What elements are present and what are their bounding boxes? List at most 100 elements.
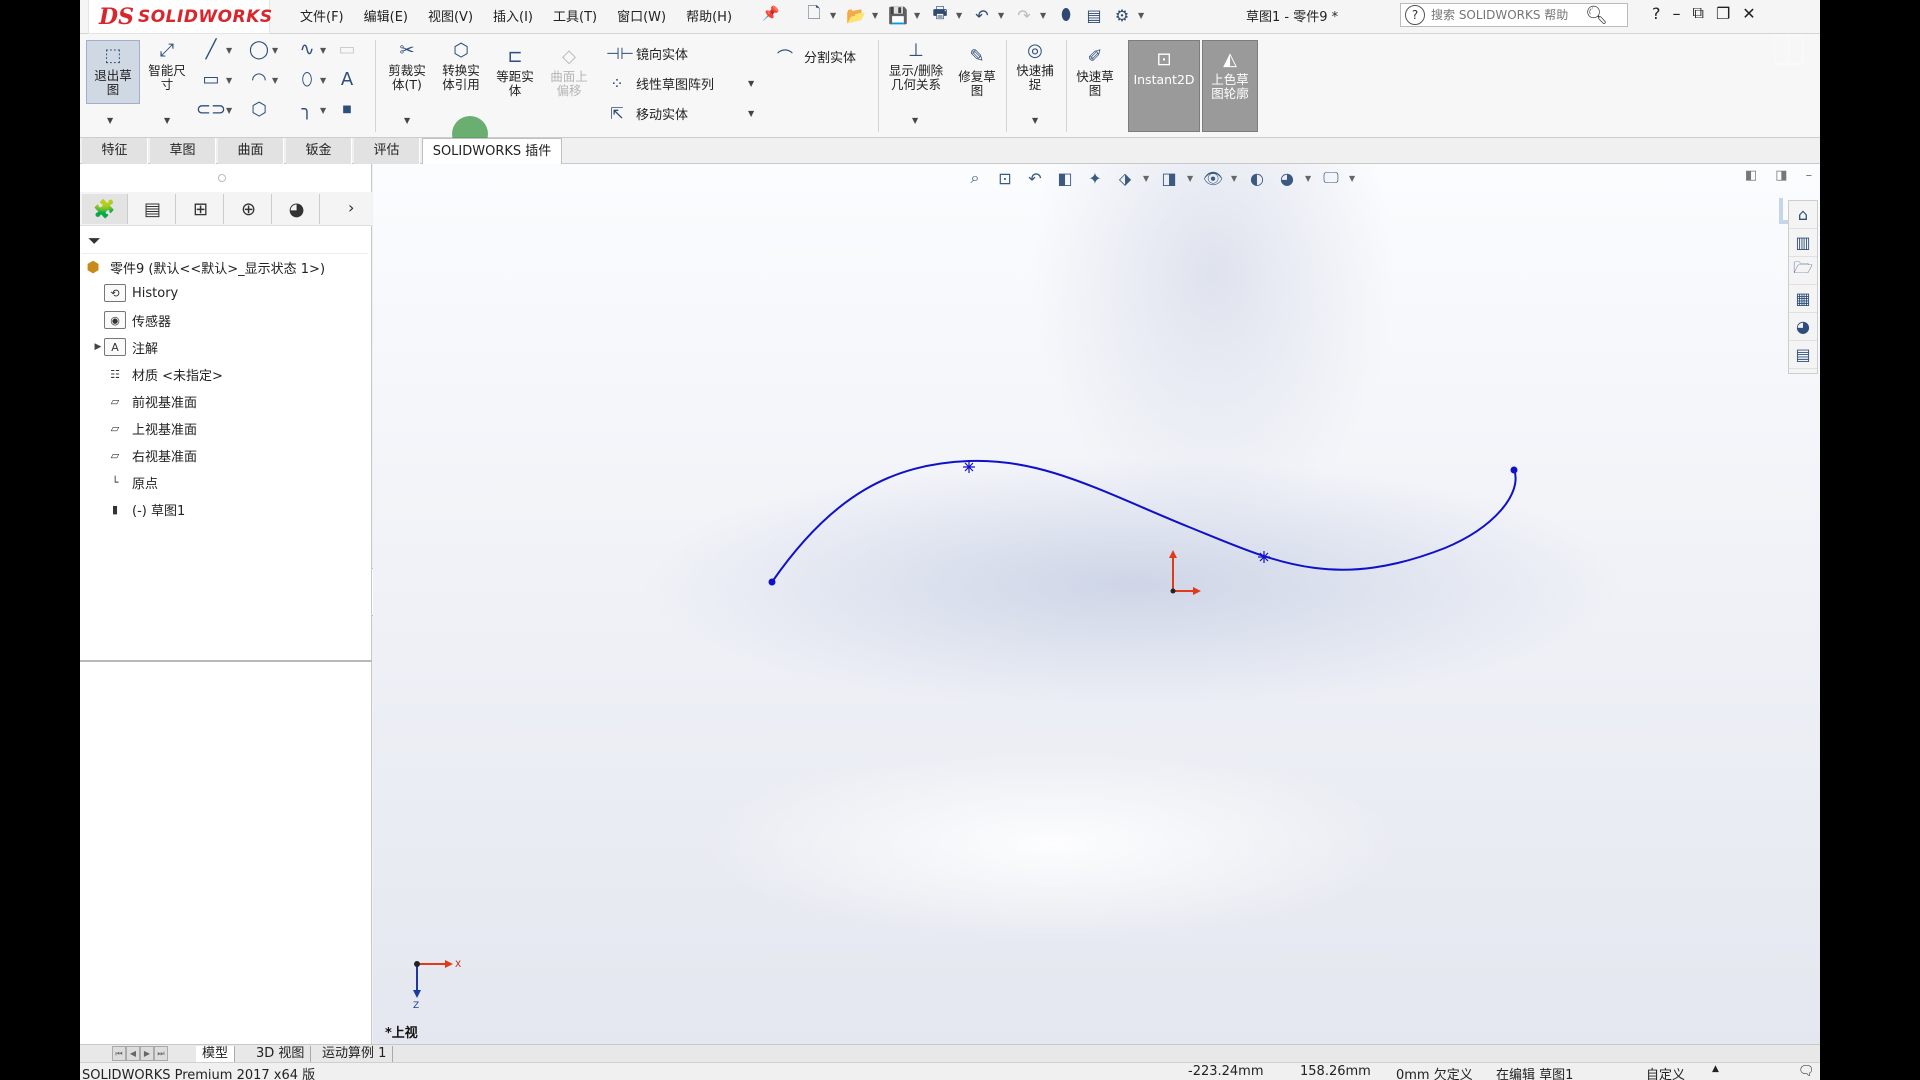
smart-dimension-button[interactable]: ⤢ 智能尺寸 [142, 40, 192, 92]
exit-sketch-button[interactable]: ⬚ 退出草图 [86, 40, 140, 104]
chevron-down-icon[interactable]: ▼ [872, 11, 882, 20]
tab-surfaces[interactable]: 曲面 [218, 138, 284, 164]
offset-entities-button[interactable]: ⊏ 等距实体 [490, 46, 540, 98]
dimxpert-tab-icon[interactable]: ⊕ [226, 194, 272, 224]
prev-tab-icon[interactable]: ◀ [126, 1046, 140, 1061]
tab-3d-views[interactable]: 3D 视图 [250, 1046, 312, 1062]
menu-view[interactable]: 视图(V) [418, 6, 483, 25]
units-selector[interactable]: 自定义 [1646, 1064, 1685, 1080]
chevron-down-icon[interactable]: ▼ [912, 116, 918, 125]
spline-endpoint[interactable] [1510, 466, 1518, 474]
tab-motion-study[interactable]: 运动算例 1 [316, 1046, 394, 1062]
chevron-down-icon[interactable]: ▼ [107, 116, 113, 125]
instant2d-button[interactable]: ⊡ Instant2D [1128, 40, 1200, 132]
circle-icon[interactable]: ◯ [248, 38, 270, 60]
pane-handle[interactable] [218, 174, 226, 182]
chevron-down-icon[interactable]: ▼ [998, 11, 1008, 20]
redo-icon[interactable]: ↷ [1012, 4, 1036, 26]
sketch-picture-icon[interactable]: ▭ [336, 38, 358, 60]
arc-icon[interactable]: ◠ [248, 68, 270, 90]
quick-tips-icon[interactable]: 🗨 [1798, 1064, 1815, 1079]
tree-item-sensors[interactable]: ◉ 传感器 [92, 309, 171, 331]
quick-snaps-button[interactable]: ◎ 快速捕捉 [1010, 40, 1060, 92]
close-icon[interactable]: ✕ [1742, 4, 1755, 23]
save-icon[interactable]: 💾 [886, 4, 910, 26]
property-manager-tab-icon[interactable]: ▤ [130, 194, 176, 224]
search-icon[interactable]: 🔍︎ [1585, 5, 1608, 26]
chevron-down-icon[interactable]: ▼ [320, 106, 326, 115]
next-tab-icon[interactable]: ▶ [140, 1046, 154, 1061]
sketch-origin-icon[interactable] [1169, 550, 1201, 595]
chevron-down-icon[interactable]: ▼ [226, 106, 232, 115]
rectangle-icon[interactable]: ▭ [200, 68, 222, 90]
display-relations-button[interactable]: ⊥ 显示/删除几何关系 [884, 40, 948, 92]
text-icon[interactable]: A [336, 68, 358, 90]
chevron-down-icon[interactable]: ▼ [956, 11, 966, 20]
trim-entities-button[interactable]: ✂ 剪裁实体(T) [382, 40, 432, 92]
polygon-icon[interactable]: ⬡ [248, 98, 270, 120]
chevron-down-icon[interactable]: ▼ [164, 116, 170, 125]
tree-item-sketch1[interactable]: ▮ (-) 草图1 [92, 498, 185, 520]
tab-sketch[interactable]: 草图 [150, 138, 216, 164]
configuration-manager-tab-icon[interactable]: ⊞ [178, 194, 224, 224]
ellipse-icon[interactable]: ⬯ [296, 68, 318, 90]
help-search-input[interactable] [1431, 8, 1581, 22]
slot-icon[interactable]: ⊂⊃ [196, 98, 226, 120]
rapid-sketch-button[interactable]: ✐ 快速草图 [1070, 46, 1120, 98]
menu-edit[interactable]: 编辑(E) [354, 6, 418, 25]
expand-arrow-icon[interactable]: ▶ [92, 342, 104, 352]
tree-item-history[interactable]: ⟲ History [92, 282, 178, 304]
menu-file[interactable]: 文件(F) [290, 6, 354, 25]
menu-tools[interactable]: 工具(T) [543, 6, 607, 25]
chevron-down-icon[interactable]: ▼ [830, 11, 840, 20]
chevron-down-icon[interactable]: ▼ [404, 116, 410, 125]
chevron-right-icon[interactable]: › [348, 198, 354, 217]
chevron-down-icon[interactable]: ▼ [1138, 11, 1148, 20]
new-document-icon[interactable]: 🗋 [802, 3, 826, 26]
tree-item-front-plane[interactable]: ▱ 前视基准面 [92, 390, 197, 412]
convert-entities-button[interactable]: ⬡ 转换实体引用 [436, 40, 486, 92]
chevron-down-icon[interactable]: ▼ [1032, 116, 1038, 125]
fillet-icon[interactable]: ╮ [296, 98, 318, 120]
options-gear-icon[interactable]: ⚙ [1110, 4, 1134, 26]
menu-window[interactable]: 窗口(W) [607, 6, 676, 25]
chevron-down-icon[interactable]: ▼ [226, 76, 232, 85]
tab-evaluate[interactable]: 评估 [354, 138, 420, 164]
help-button[interactable]: ? [1652, 4, 1661, 23]
tab-solidworks-addins[interactable]: SOLIDWORKS 插件 [422, 138, 562, 165]
feature-manager-tab-icon[interactable]: 🧩 [82, 194, 128, 224]
open-folder-icon[interactable]: 📂 [844, 4, 868, 26]
tree-item-material[interactable]: ☷ 材质 <未指定> [92, 363, 223, 385]
move-entities-button[interactable]: ⇱ 移动实体 ▼ [606, 104, 754, 123]
solidworks-logo[interactable]: DS SOLIDWORKS [88, 0, 272, 34]
tree-item-top-plane[interactable]: ▱ 上视基准面 [92, 417, 197, 439]
tree-item-right-plane[interactable]: ▱ 右视基准面 [92, 444, 197, 466]
graphics-area[interactable]: ⌕ ⊡ ↶ ◧ ✦ ⬗▼ ◨▼ 👁▼ ◐ ◕▼ 🖵▼ ◧ ◨ – ❐ ✕ ⌂ ▥ [373, 164, 1820, 1044]
chevron-down-icon[interactable]: ▼ [320, 46, 326, 55]
chevron-down-icon[interactable]: ▼ [320, 76, 326, 85]
minimize-icon[interactable]: – [1673, 4, 1681, 23]
chevron-down-icon[interactable]: ▼ [272, 76, 278, 85]
mirror-entities-button[interactable]: ⊣⊢ 镜向实体 [606, 44, 688, 63]
print-icon[interactable]: 🖶 [928, 3, 952, 26]
spline-through-point[interactable] [1258, 551, 1270, 563]
shaded-contours-button[interactable]: ◭ 上色草图轮廓 [1202, 40, 1258, 132]
repair-sketch-button[interactable]: ✎ 修复草图 [952, 46, 1002, 98]
filter-icon[interactable]: ⏷ [82, 228, 368, 254]
chevron-up-icon[interactable]: ▲ [1712, 1064, 1719, 1074]
restore-icon[interactable]: ❐ [1716, 4, 1730, 23]
spline-icon[interactable]: ∿ [296, 38, 318, 60]
offset-on-surface-button[interactable]: ◇ 曲面上偏移 [544, 46, 594, 98]
chevron-down-icon[interactable]: ▼ [914, 11, 924, 20]
menu-insert[interactable]: 插入(I) [483, 6, 543, 25]
spline-endpoint[interactable] [768, 578, 776, 586]
linear-pattern-button[interactable]: ⁘ 线性草图阵列 ▼ [606, 74, 754, 93]
undo-icon[interactable]: ↶ [970, 4, 994, 26]
help-search[interactable]: ? 🔍︎ [1400, 3, 1628, 27]
tab-model[interactable]: 模型 [196, 1046, 236, 1062]
chevron-down-icon[interactable]: ▼ [748, 79, 754, 88]
pin-menu-icon[interactable]: 📌 [762, 6, 779, 22]
chevron-down-icon[interactable]: ▼ [748, 109, 754, 118]
rollback-bar[interactable] [80, 660, 372, 662]
tab-features[interactable]: 特征 [82, 138, 148, 164]
